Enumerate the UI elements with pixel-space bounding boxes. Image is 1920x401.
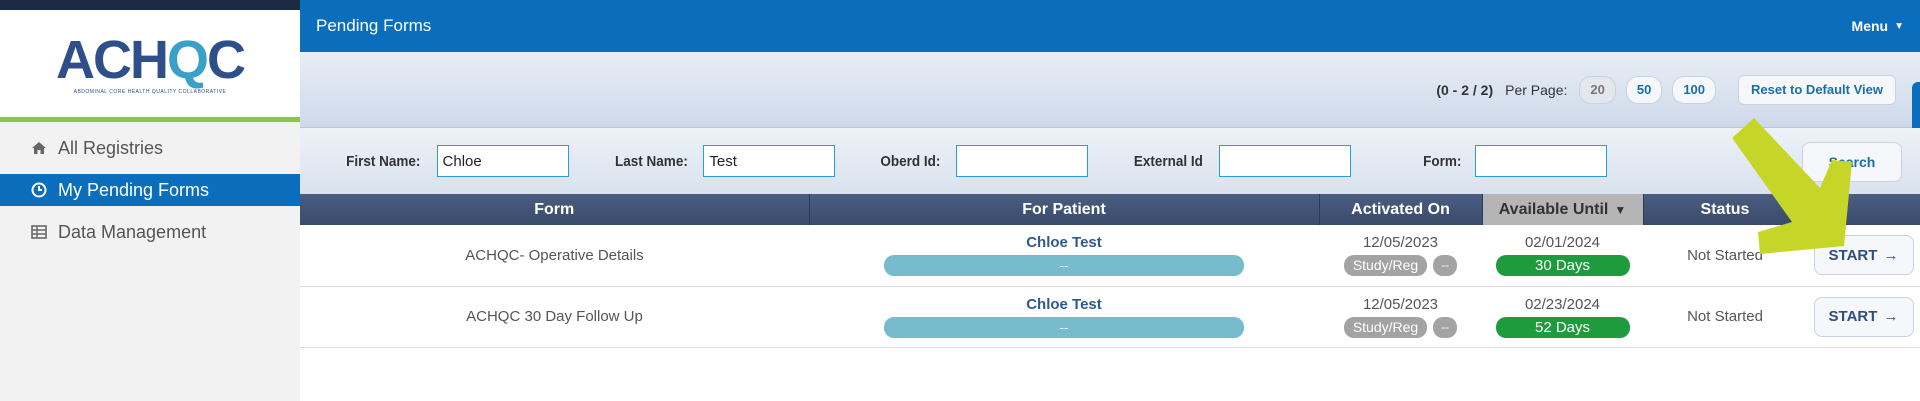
column-header-available-until[interactable]: Available Until ▼ [1482, 194, 1644, 225]
status-cell: Not Started [1643, 286, 1807, 348]
per-page-50-button[interactable]: 50 [1625, 75, 1663, 104]
sidebar-item-label: All Registries [58, 137, 164, 158]
available-date: 02/01/2024 [1524, 234, 1601, 252]
page-title: Pending Forms [316, 16, 432, 35]
start-label: START [1828, 246, 1878, 264]
result-range: (0 - 2 / 2) [1436, 81, 1494, 98]
tag-row: Study/Reg -- [1319, 316, 1482, 338]
logo-subtext: ABDOMINAL CORE HEALTH QUALITY COLLABORAT… [73, 88, 227, 95]
column-header-form[interactable]: Form [300, 194, 810, 225]
caret-down-icon: ▼ [1894, 20, 1904, 32]
tag-row: Study/Reg -- [1319, 255, 1482, 277]
study-reg-badge: Study/Reg [1343, 316, 1428, 338]
sidebar-top-strip [0, 0, 300, 10]
start-button[interactable]: START → [1813, 296, 1914, 337]
app-window: ACHQC ABDOMINAL CORE HEALTH QUALITY COLL… [0, 0, 1920, 401]
arrow-right-icon: → [1883, 246, 1899, 264]
patient-cell: Chloe Test -- [809, 225, 1319, 287]
external-id-label: External Id [1133, 152, 1203, 170]
form-name-cell: ACHQC 30 Day Follow Up [300, 286, 809, 348]
days-remaining-badge: 30 Days [1495, 255, 1630, 277]
available-until-cell: 02/23/2024 52 Days [1482, 286, 1643, 348]
sidebar-item-my-pending-forms[interactable]: My Pending Forms [0, 174, 300, 206]
start-button[interactable]: START → [1813, 235, 1914, 276]
column-header-for-patient[interactable]: For Patient [809, 194, 1320, 225]
per-page-20-button[interactable]: 20 [1579, 75, 1616, 104]
logo-wordmark: ACHQC [55, 29, 246, 90]
status-cell: Not Started [1643, 225, 1807, 287]
menu-button[interactable]: Menu ▼ [1852, 18, 1904, 34]
arrow-right-icon: → [1883, 308, 1899, 325]
sidebar-item-data-management[interactable]: Data Management [0, 216, 300, 248]
table-row: ACHQC- Operative Details Chloe Test -- 1… [300, 225, 1920, 287]
pending-forms-table: Form For Patient Activated On Available … [300, 194, 1920, 348]
last-name-label: Last Name: [614, 152, 688, 170]
extra-tag-badge: -- [1433, 316, 1458, 338]
sidebar-item-label: Data Management [58, 221, 207, 242]
days-remaining-badge: 52 Days [1495, 316, 1630, 338]
first-name-label: First Name: [346, 152, 421, 170]
filter-bar: First Name: Last Name: Oberd Id: Externa… [300, 128, 1920, 194]
sidebar-item-all-registries[interactable]: All Registries [0, 132, 300, 164]
clock-icon [30, 182, 48, 198]
sidebar: ACHQC ABDOMINAL CORE HEALTH QUALITY COLL… [0, 0, 300, 401]
patient-name-link[interactable]: Chloe Test [809, 234, 1319, 251]
oberd-id-field[interactable] [956, 145, 1089, 177]
achqc-logo[interactable]: ACHQC ABDOMINAL CORE HEALTH QUALITY COLL… [0, 10, 300, 122]
home-icon [30, 141, 48, 155]
patient-name-link[interactable]: Chloe Test [809, 296, 1319, 313]
per-page-100-button[interactable]: 100 [1672, 75, 1717, 104]
extra-tag-badge: -- [1433, 255, 1458, 277]
action-cell: START → [1807, 225, 1920, 287]
sidebar-item-label: My Pending Forms [58, 179, 210, 200]
activated-date: 12/05/2023 [1362, 234, 1439, 252]
reset-default-view-button[interactable]: Reset to Default View [1738, 74, 1896, 105]
activated-on-cell: 12/05/2023 Study/Reg -- [1319, 286, 1482, 348]
menu-label: Menu [1851, 18, 1889, 34]
activated-on-cell: 12/05/2023 Study/Reg -- [1319, 225, 1482, 287]
column-header-action [1807, 194, 1920, 225]
available-until-cell: 02/01/2024 30 Days [1482, 225, 1643, 287]
form-field[interactable] [1475, 145, 1608, 177]
sidebar-nav: All Registries My Pending Forms Data Man… [0, 132, 300, 258]
page-header: Pending Forms Menu ▼ [300, 0, 1920, 52]
oberd-id-label: Oberd Id: [880, 152, 941, 170]
available-date: 02/23/2024 [1524, 295, 1601, 313]
start-label: START [1828, 308, 1878, 325]
per-page-label: Per Page: [1505, 81, 1568, 98]
form-label: Form: [1422, 152, 1462, 170]
last-name-field[interactable] [703, 145, 836, 177]
form-name-cell: ACHQC- Operative Details [300, 225, 809, 287]
column-header-status[interactable]: Status [1643, 194, 1808, 225]
action-cell: START → [1807, 286, 1920, 348]
column-header-label: Available Until [1498, 200, 1609, 218]
first-name-field[interactable] [436, 145, 569, 177]
table-icon [30, 225, 48, 239]
activated-date: 12/05/2023 [1362, 295, 1439, 313]
table-row: ACHQC 30 Day Follow Up Chloe Test -- 12/… [300, 286, 1920, 348]
search-button[interactable]: Search [1802, 142, 1902, 182]
column-header-activated-on[interactable]: Activated On [1319, 194, 1483, 225]
patient-info-bar: -- [884, 255, 1244, 277]
patient-cell: Chloe Test -- [809, 286, 1319, 348]
external-id-field[interactable] [1218, 145, 1351, 177]
main-content: Pending Forms Menu ▼ (0 - 2 / 2) Per Pag… [300, 0, 1920, 401]
study-reg-badge: Study/Reg [1343, 255, 1428, 277]
sort-desc-icon: ▼ [1614, 202, 1627, 217]
pagination-bar: (0 - 2 / 2) Per Page: 20 50 100 Reset to… [300, 52, 1920, 128]
patient-info-bar: -- [884, 316, 1244, 338]
table-header-row: Form For Patient Activated On Available … [300, 194, 1920, 225]
